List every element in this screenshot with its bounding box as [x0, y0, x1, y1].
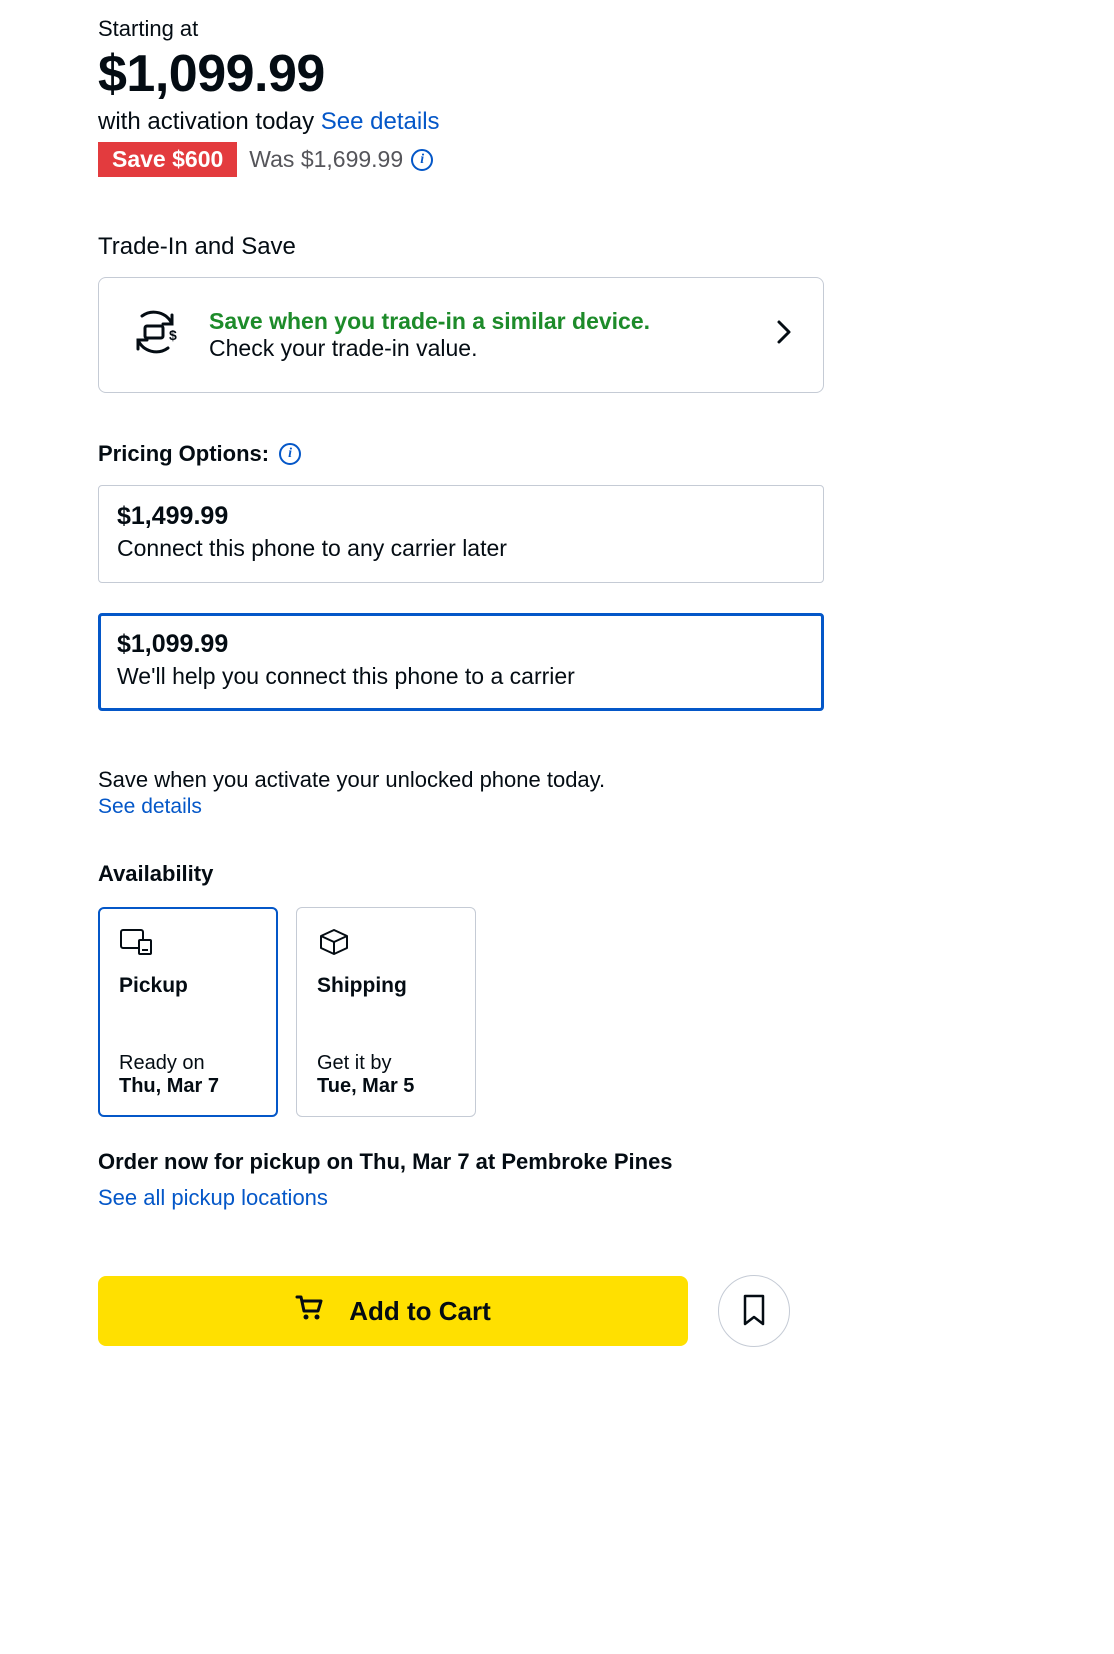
- add-to-cart-button[interactable]: Add to Cart: [98, 1276, 688, 1346]
- option-price: $1,099.99: [117, 630, 805, 659]
- availability-heading: Availability: [98, 861, 824, 887]
- tradein-subtitle: Check your trade-in value.: [209, 335, 747, 362]
- chevron-right-icon: [775, 318, 793, 352]
- fulfillment-date: Thu, Mar 7: [119, 1075, 257, 1098]
- svg-text:$: $: [169, 327, 177, 343]
- option-price: $1,499.99: [117, 502, 805, 531]
- info-icon[interactable]: i: [411, 149, 433, 171]
- store-icon: [119, 936, 153, 961]
- see-details-link[interactable]: See details: [98, 795, 824, 819]
- pricing-option-carrier[interactable]: $1,099.99 We'll help you connect this ph…: [98, 613, 824, 711]
- fulfillment-shipping[interactable]: Shipping Get it by Tue, Mar 5: [296, 907, 476, 1117]
- option-desc: Connect this phone to any carrier later: [117, 535, 805, 562]
- add-to-cart-label: Add to Cart: [349, 1296, 491, 1327]
- was-price: Was $1,699.99: [249, 146, 403, 173]
- fulfillment-date: Tue, Mar 5: [317, 1075, 455, 1098]
- trade-in-icon: $: [129, 306, 181, 364]
- option-desc: We'll help you connect this phone to a c…: [117, 663, 805, 690]
- see-all-pickup-locations-link[interactable]: See all pickup locations: [98, 1185, 328, 1211]
- fulfillment-label: Shipping: [317, 974, 455, 998]
- box-icon: [317, 936, 351, 961]
- save-badge: Save $600: [98, 142, 237, 177]
- save-for-later-button[interactable]: [718, 1275, 790, 1347]
- fulfillment-pickup[interactable]: Pickup Ready on Thu, Mar 7: [98, 907, 278, 1117]
- activation-note: Save when you activate your unlocked pho…: [98, 767, 824, 793]
- pricing-options-heading: Pricing Options:: [98, 441, 269, 467]
- cart-icon: [295, 1295, 325, 1328]
- info-icon[interactable]: i: [279, 443, 301, 465]
- fulfillment-status: Ready on: [119, 1052, 257, 1075]
- pricing-option-unlocked[interactable]: $1,499.99 Connect this phone to any carr…: [98, 485, 824, 583]
- starting-at-label: Starting at: [98, 16, 824, 42]
- fulfillment-status: Get it by: [317, 1052, 455, 1075]
- product-price: $1,099.99: [98, 44, 824, 104]
- pickup-summary: Order now for pickup on Thu, Mar 7 at Pe…: [98, 1149, 824, 1175]
- tradein-title: Save when you trade-in a similar device.: [209, 308, 747, 335]
- activation-text: with activation today: [98, 108, 314, 135]
- tradein-card[interactable]: $ Save when you trade-in a similar devic…: [98, 277, 824, 393]
- fulfillment-label: Pickup: [119, 974, 257, 998]
- bookmark-icon: [740, 1293, 768, 1330]
- see-details-link[interactable]: See details: [321, 108, 440, 135]
- tradein-heading: Trade-In and Save: [98, 233, 824, 261]
